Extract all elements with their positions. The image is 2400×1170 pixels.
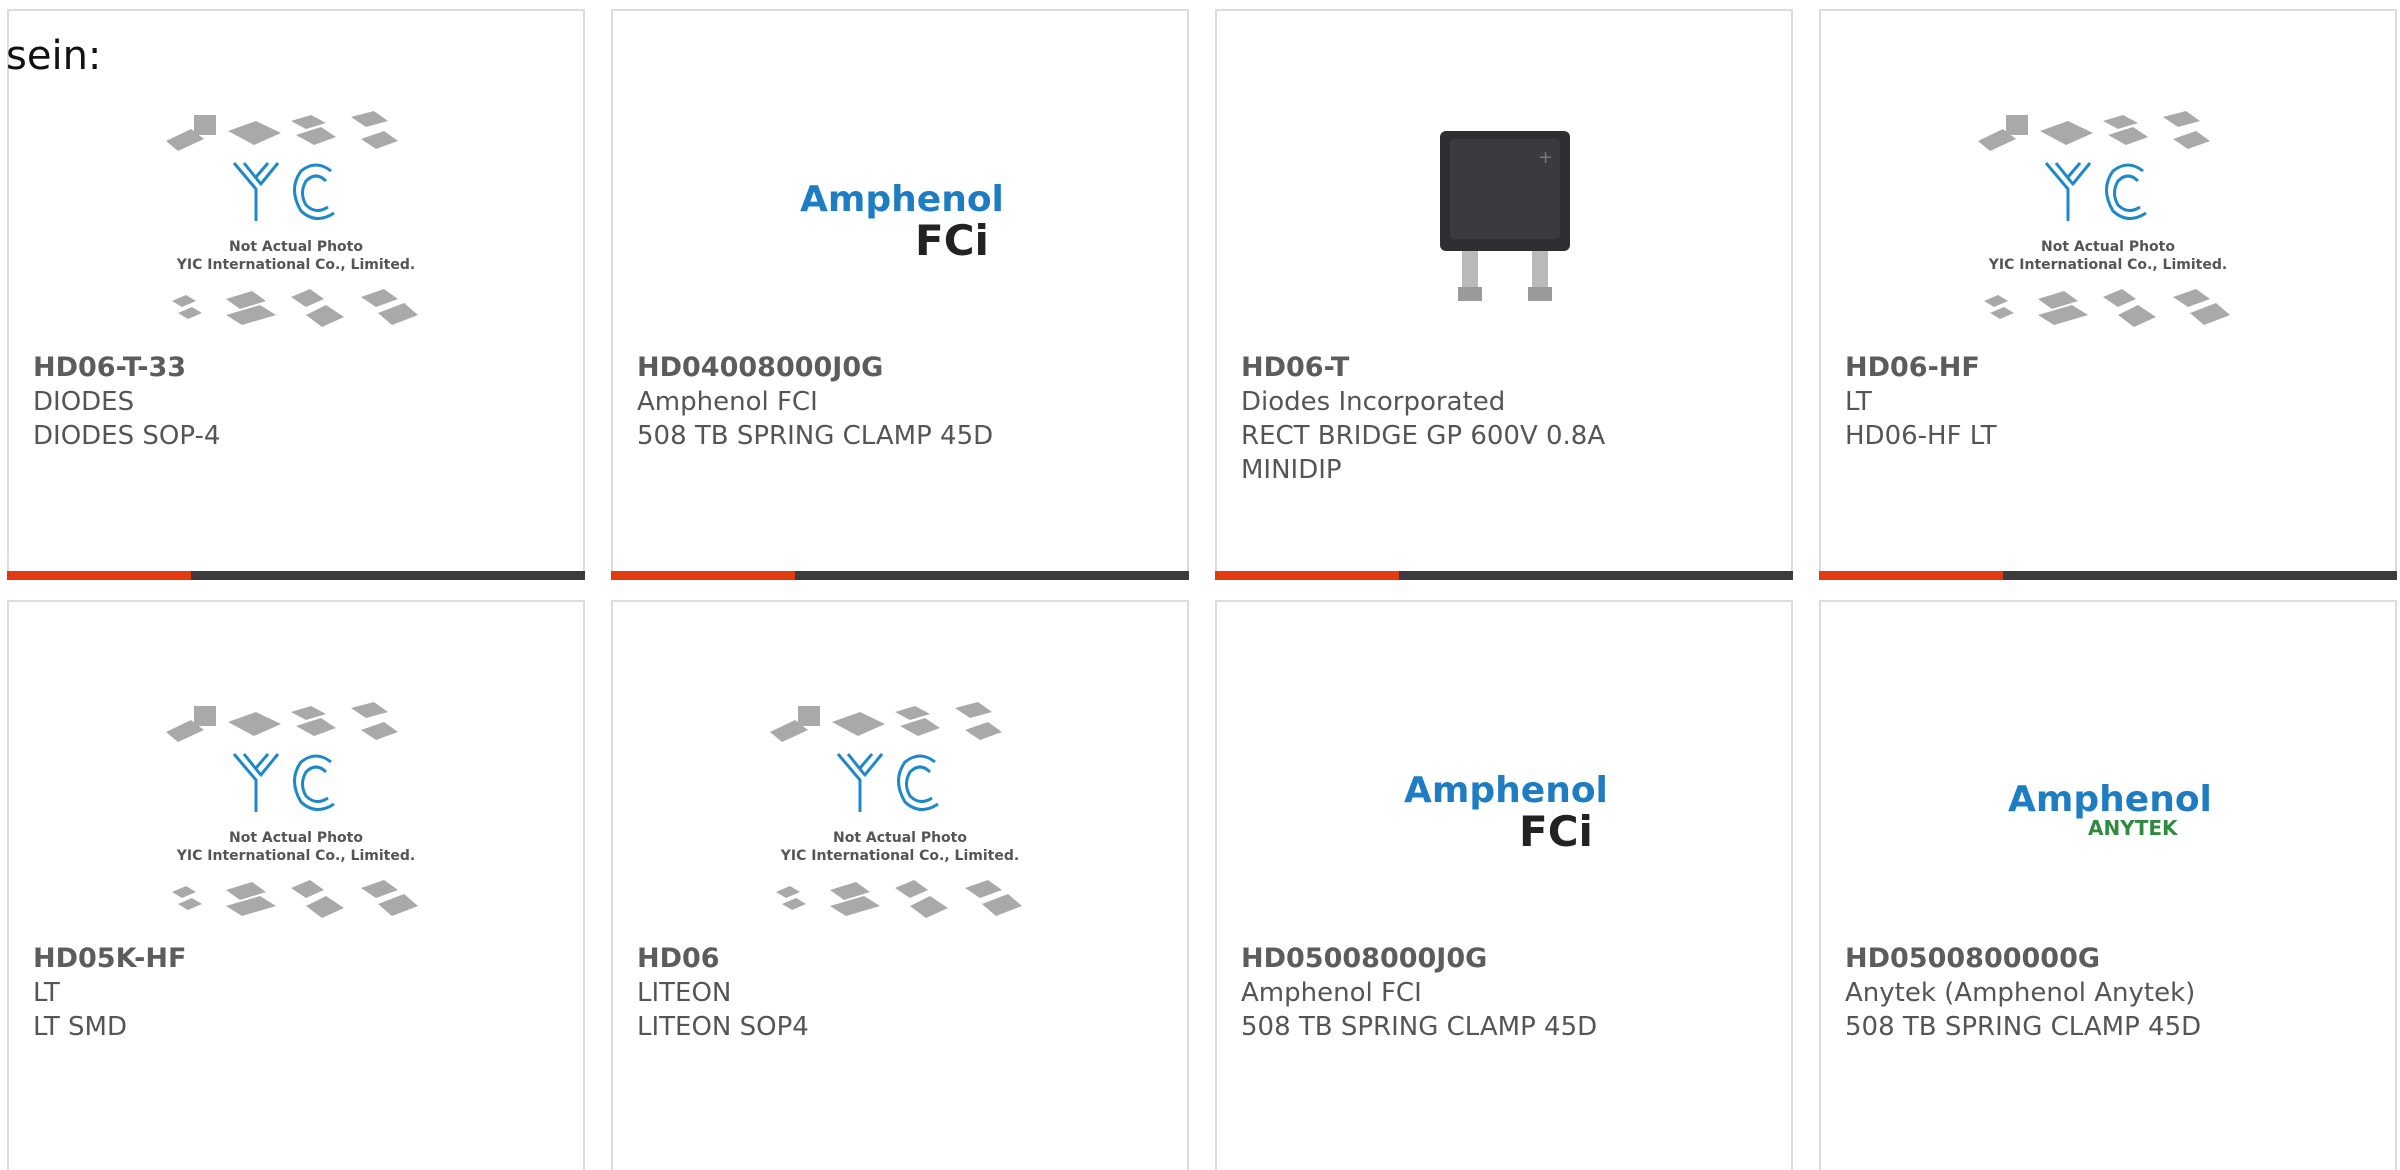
card-bar-accent: [611, 571, 795, 580]
amphenol-anytek-logo: Amphenol ANYTEK: [1821, 682, 2395, 942]
product-card[interactable]: Not Actual Photo YIC International Co., …: [7, 600, 585, 1170]
description: RECT BRIDGE GP 600V 0.8A MINIDIP: [1241, 421, 1606, 485]
product-info: HD05K-HF LT LT SMD: [33, 942, 563, 1044]
card-progress-bar: [1819, 571, 2397, 580]
amphenol-fci-logo: Amphenol FCi: [613, 91, 1187, 351]
manufacturer: Anytek (Amphenol Anytek): [1845, 978, 2196, 1008]
anytek-text: ANYTEK: [2088, 816, 2179, 840]
placeholder-line1: Not Actual Photo: [833, 830, 967, 846]
description: 508 TB SPRING CLAMP 45D: [1241, 1012, 1598, 1042]
description: LT SMD: [33, 1012, 128, 1042]
part-number[interactable]: HD04008000J0G: [637, 351, 1167, 385]
card-progress-bar: [611, 571, 1189, 580]
placeholder-line2: YIC International Co., Limited.: [176, 257, 415, 273]
placeholder-line2: YIC International Co., Limited.: [1988, 257, 2227, 273]
manufacturer: LITEON: [637, 978, 732, 1008]
product-info: HD06-HF LT HD06-HF LT: [1845, 351, 2375, 453]
part-number[interactable]: HD06: [637, 942, 1167, 976]
manufacturer: LT: [33, 978, 60, 1008]
product-card[interactable]: Amphenol FCi HD05008000J0G Amphenol FCI …: [1215, 600, 1793, 1170]
manufacturer: Diodes Incorporated: [1241, 387, 1506, 417]
description: DIODES SOP-4: [33, 421, 221, 451]
product-card[interactable]: Not Actual Photo YIC International Co., …: [7, 9, 585, 580]
part-number[interactable]: HD06-T-33: [33, 351, 563, 385]
svg-text:+: +: [1538, 147, 1553, 168]
amphenol-text: Amphenol: [2008, 779, 2212, 820]
placeholder-line1: Not Actual Photo: [229, 830, 363, 846]
product-card[interactable]: Amphenol ANYTEK HD0500800000G Anytek (Am…: [1819, 600, 2397, 1170]
manufacturer: LT: [1845, 387, 1872, 417]
part-number[interactable]: HD06-HF: [1845, 351, 2375, 385]
placeholder-line1: Not Actual Photo: [2041, 239, 2175, 255]
amphenol-text: Amphenol: [800, 179, 1004, 220]
card-bar-accent: [7, 571, 191, 580]
placeholder-image: Not Actual Photo YIC International Co., …: [613, 682, 1187, 942]
part-number[interactable]: HD06-T: [1241, 351, 1771, 385]
product-info: HD05008000J0G Amphenol FCI 508 TB SPRING…: [1241, 942, 1771, 1044]
product-card[interactable]: Amphenol FCi HD04008000J0G Amphenol FCI …: [611, 9, 1189, 580]
description: 508 TB SPRING CLAMP 45D: [1845, 1012, 2202, 1042]
card-bar-accent: [1819, 571, 2003, 580]
description: HD06-HF LT: [1845, 421, 1997, 451]
placeholder-image: Not Actual Photo YIC International Co., …: [9, 91, 583, 351]
manufacturer: DIODES: [33, 387, 135, 417]
product-info: HD04008000J0G Amphenol FCI 508 TB SPRING…: [637, 351, 1167, 453]
part-number[interactable]: HD0500800000G: [1845, 942, 2375, 976]
product-card[interactable]: Not Actual Photo YIC International Co., …: [1819, 9, 2397, 580]
product-info: HD0500800000G Anytek (Amphenol Anytek) 5…: [1845, 942, 2375, 1044]
product-card[interactable]: + HD06-T Diodes Incorporated RECT BRIDGE…: [1215, 9, 1793, 580]
fci-text: FCi: [915, 216, 989, 265]
placeholder-image: Not Actual Photo YIC International Co., …: [9, 682, 583, 942]
placeholder-image: Not Actual Photo YIC International Co., …: [1821, 91, 2395, 351]
product-info: HD06-T-33 DIODES DIODES SOP-4: [33, 351, 563, 453]
placeholder-line2: YIC International Co., Limited.: [780, 848, 1019, 864]
part-number[interactable]: HD05K-HF: [33, 942, 563, 976]
description: 508 TB SPRING CLAMP 45D: [637, 421, 994, 451]
placeholder-line1: Not Actual Photo: [229, 239, 363, 255]
fci-text: FCi: [1519, 807, 1593, 856]
amphenol-text: Amphenol: [1404, 770, 1608, 811]
lead-text: sein:: [6, 33, 102, 79]
manufacturer: Amphenol FCI: [1241, 978, 1422, 1008]
manufacturer: Amphenol FCI: [637, 387, 818, 417]
product-info: HD06-T Diodes Incorporated RECT BRIDGE G…: [1241, 351, 1771, 487]
amphenol-fci-logo: Amphenol FCi: [1217, 682, 1791, 942]
card-progress-bar: [7, 571, 585, 580]
part-number[interactable]: HD05008000J0G: [1241, 942, 1771, 976]
product-card[interactable]: Not Actual Photo YIC International Co., …: [611, 600, 1189, 1170]
card-progress-bar: [1215, 571, 1793, 580]
chip-photo: +: [1217, 91, 1791, 351]
description: LITEON SOP4: [637, 1012, 809, 1042]
card-bar-accent: [1215, 571, 1399, 580]
placeholder-line2: YIC International Co., Limited.: [176, 848, 415, 864]
product-info: HD06 LITEON LITEON SOP4: [637, 942, 1167, 1044]
